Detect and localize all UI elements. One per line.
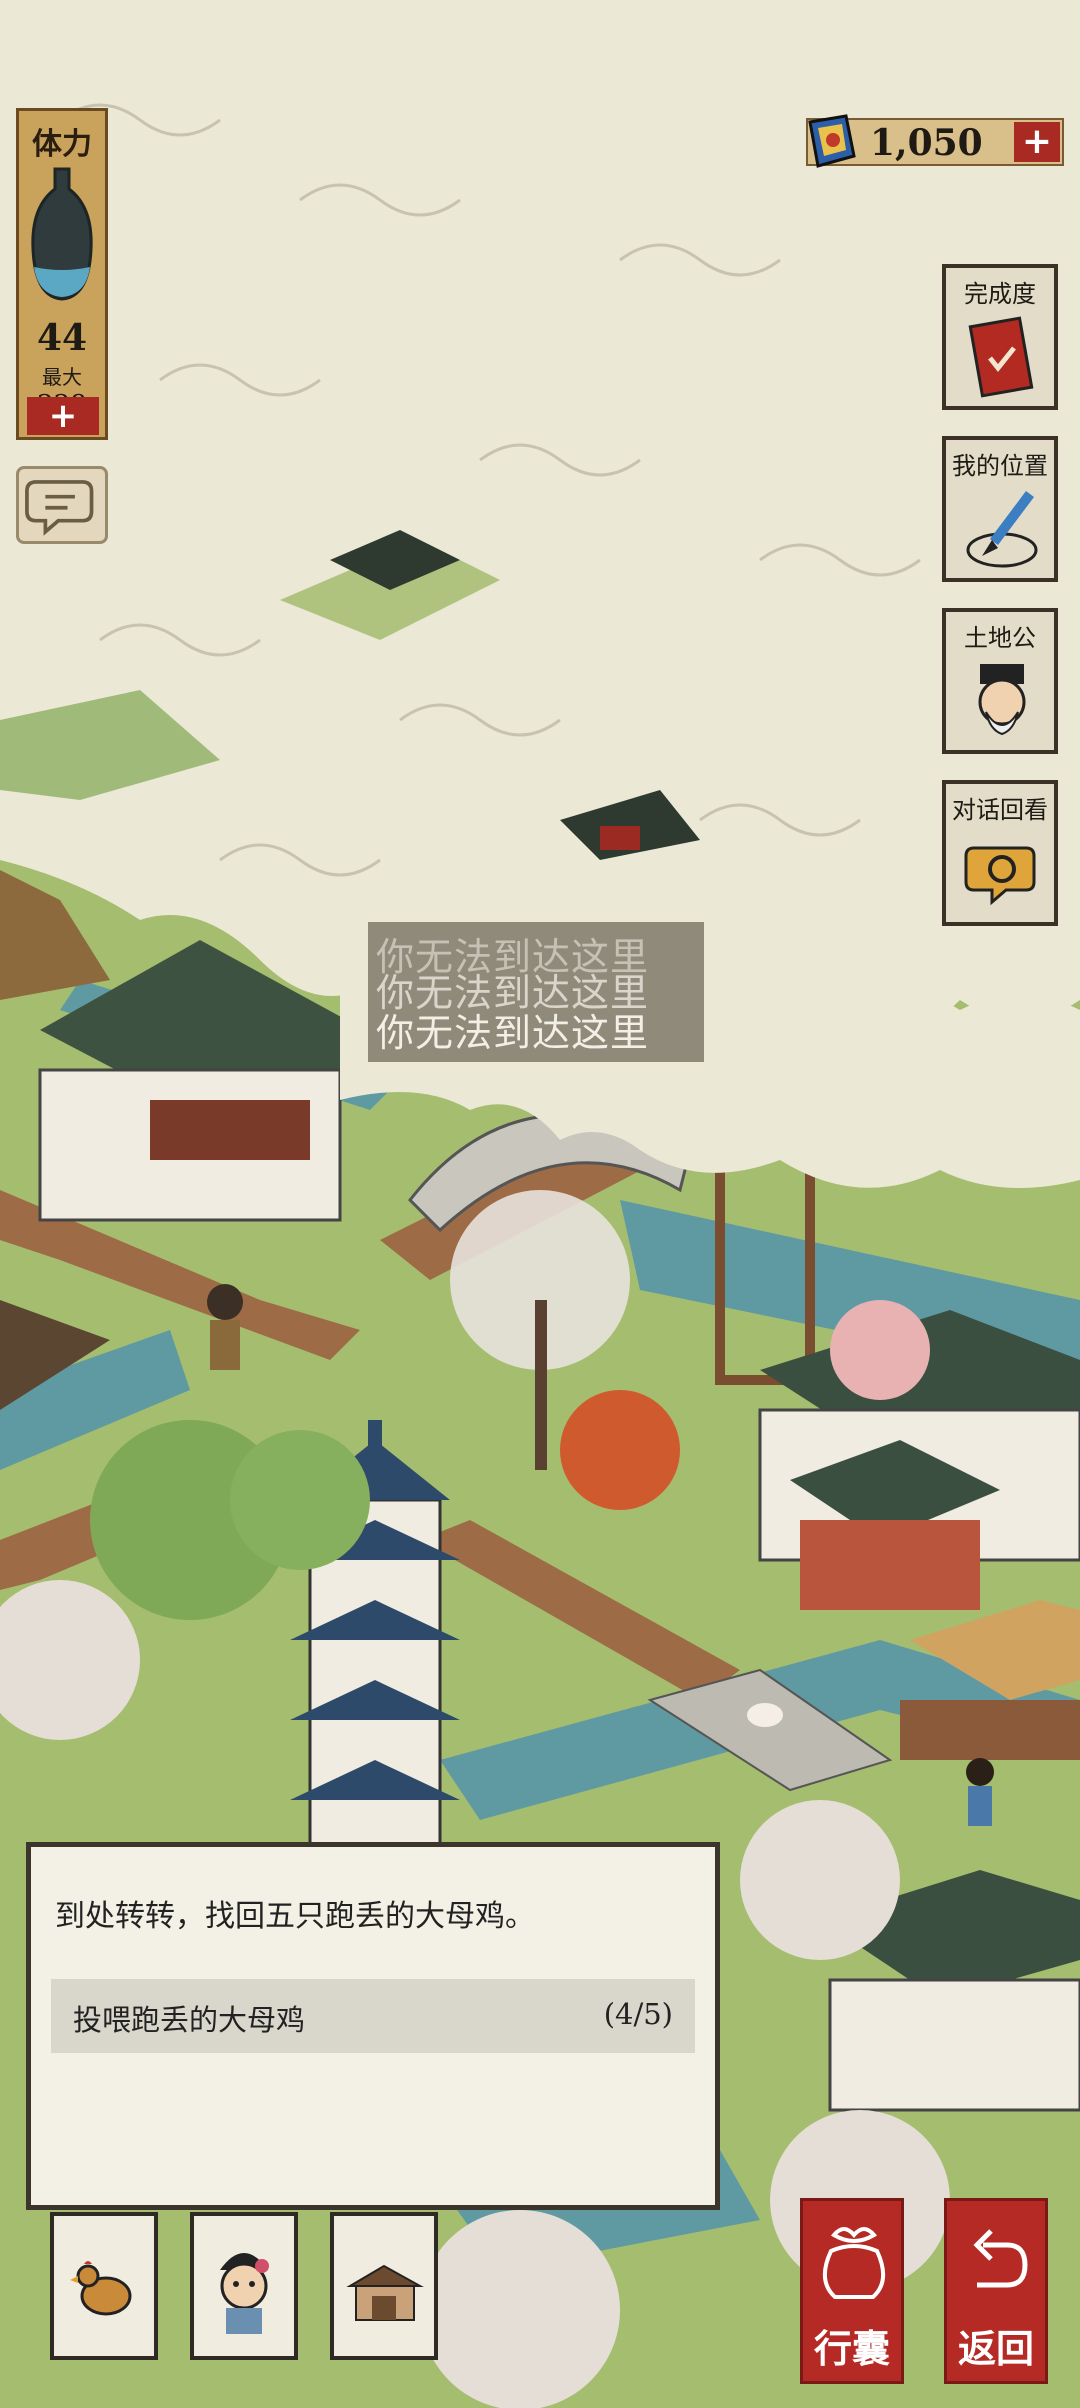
quest-task-progress: (4/5) [603,1997,673,2031]
stamina-value: 44 [36,317,88,359]
currency-bar: 1,050 + [806,114,1064,168]
completion-label: 完成度 [964,280,1036,308]
gourd-icon [31,167,93,301]
brush-icon [966,491,1038,568]
unreachable-warning: 你无法到达这里 你无法到达这里 你无法到达这里 [368,922,704,1062]
dialog-review-button[interactable]: 对话回看 [942,780,1058,926]
speech-bubble-icon [25,480,94,536]
completion-button[interactable]: 完成度 [942,264,1058,410]
villager-portrait-icon [220,2253,269,2334]
quest-task-row[interactable]: 投喂跑丢的大母鸡 (4/5) [51,1979,695,2053]
add-currency-button[interactable]: + [1014,122,1060,162]
bag-button[interactable]: 行囊 [800,2198,904,2384]
chat-review-icon [964,846,1036,906]
quest-description: 到处转转，找回五只跑丢的大母鸡。 [55,1899,535,1934]
return-arrow-icon [973,2229,1028,2288]
back-button[interactable]: 返回 [944,2198,1048,2384]
my-location-button[interactable]: 我的位置 [942,436,1058,582]
quest-dialog[interactable]: 到处转转，找回五只跑丢的大母鸡。 投喂跑丢的大母鸡 (4/5) [26,1842,720,2210]
earth-god-label: 土地公 [964,624,1036,652]
currency-gem-icon [808,114,856,168]
quest-task-name: 投喂跑丢的大母鸡 [73,2003,306,2037]
stamina-title: 体力 [32,127,92,162]
my-location-label: 我的位置 [952,452,1048,480]
currency-amount: 1,050 [870,122,983,164]
back-label: 返回 [957,2326,1034,2371]
building-icon [346,2264,424,2321]
chat-button[interactable] [16,466,108,544]
warning-text: 你无法到达这里 [376,1011,650,1055]
hen-card[interactable] [50,2212,158,2360]
bag-label: 行囊 [813,2326,890,2371]
building-card[interactable] [330,2212,438,2360]
dialog-review-label: 对话回看 [952,796,1048,824]
stamina-panel: 体力 44 最大228 + [16,108,108,440]
hen-icon [70,2261,132,2316]
earth-god-icon [978,664,1026,736]
earth-god-button[interactable]: 土地公 [942,608,1058,754]
bundle-icon [823,2227,885,2299]
stamina-max-label: 最大 [42,365,82,389]
villager-card[interactable] [190,2212,298,2360]
add-stamina-button[interactable]: + [27,397,99,435]
red-book-icon [968,316,1034,398]
